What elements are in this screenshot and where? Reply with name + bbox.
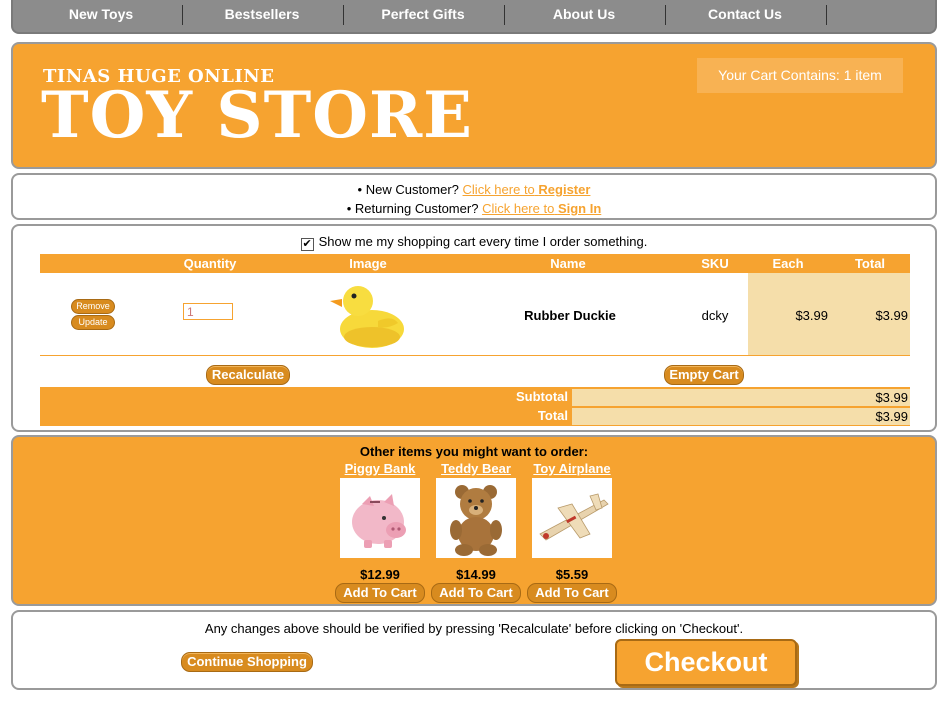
new-customer-line: • New Customer? Click here to Register xyxy=(13,180,935,199)
continue-shopping-button[interactable]: Continue Shopping xyxy=(181,652,313,672)
total-label: Total xyxy=(537,408,568,423)
empty-cart-button[interactable]: Empty Cart xyxy=(664,365,744,385)
teddy-bear-link[interactable]: Teddy Bear xyxy=(431,461,521,476)
column-image: Image xyxy=(349,256,387,271)
column-name: Name xyxy=(550,256,586,271)
register-link-text: Click here to xyxy=(462,182,535,197)
nav-perfect-gifts[interactable]: Perfect Gifts xyxy=(343,6,503,22)
reco-item-piggy-bank: Piggy Bank $12.99 Add To Cart xyxy=(335,461,425,603)
piggy-bank-link[interactable]: Piggy Bank xyxy=(335,461,425,476)
recommendations-title: Other items you might want to order: xyxy=(359,444,589,459)
subtotal-label: Subtotal xyxy=(516,389,568,404)
show-cart-label: Show me my shopping cart every time I or… xyxy=(318,234,648,249)
top-nav: New Toys Bestsellers Perfect Gifts About… xyxy=(11,0,937,34)
nav-new-toys[interactable]: New Toys xyxy=(21,6,181,22)
site-header: TINAS HUGE ONLINE TOY STORE Your Cart Co… xyxy=(11,42,937,169)
teddy-bear-image[interactable] xyxy=(436,478,516,558)
piggy-bank-image[interactable] xyxy=(340,478,420,558)
toy-airplane-link[interactable]: Toy Airplane xyxy=(527,461,617,476)
update-button[interactable]: Update xyxy=(71,315,115,330)
nav-about-us[interactable]: About Us xyxy=(504,6,664,22)
teddy-bear-price: $14.99 xyxy=(456,567,496,582)
cart-table-header: Quantity Image Name SKU Each Total xyxy=(40,254,910,273)
returning-customer-line: • Returning Customer? Click here to Sign… xyxy=(13,199,935,218)
recalculate-button[interactable]: Recalculate xyxy=(206,365,290,385)
cart-item-row: Remove Update 1 Rubber Duckie dcky $3.99… xyxy=(40,273,910,356)
checkout-footer: Any changes above should be verified by … xyxy=(11,610,937,690)
register-link[interactable]: Click here to Register xyxy=(463,182,591,197)
reco-item-toy-airplane: Toy Airplane $5.59 Add To Cart xyxy=(527,461,617,603)
cart-totals: Subtotal $3.99 Total $3.99 xyxy=(40,387,910,426)
column-quantity: Quantity xyxy=(183,256,237,271)
returning-customer-label: • Returning Customer? xyxy=(346,201,479,216)
sign-in-link-bold: Sign In xyxy=(557,201,602,216)
total-value: $3.99 xyxy=(572,408,910,425)
show-cart-checkbox[interactable]: ✔ xyxy=(300,238,314,251)
toy-airplane-price: $5.59 xyxy=(555,567,589,582)
item-sku: dcky xyxy=(701,308,729,323)
shopping-cart-panel: ✔ Show me my shopping cart every time I o… xyxy=(11,224,937,432)
piggy-bank-price: $12.99 xyxy=(360,567,400,582)
add-to-cart-piggy-bank[interactable]: Add To Cart xyxy=(335,583,425,603)
sign-in-link-text: Click here to xyxy=(482,201,555,216)
sign-in-link[interactable]: Click here to Sign In xyxy=(482,201,601,216)
checkout-button[interactable]: Checkout xyxy=(615,639,797,686)
nav-contact-us[interactable]: Contact Us xyxy=(665,6,825,22)
quantity-input[interactable]: 1 xyxy=(183,303,233,320)
nav-divider xyxy=(826,5,827,25)
item-each-price: $3.99 xyxy=(795,308,828,323)
cart-status[interactable]: Your Cart Contains: 1 item xyxy=(697,58,903,93)
register-link-bold: Register xyxy=(538,182,591,197)
reco-item-teddy-bear: Teddy Bear $14.99 Add To Cart xyxy=(431,461,521,603)
rubber-duckie-image[interactable] xyxy=(328,277,408,351)
add-to-cart-toy-airplane[interactable]: Add To Cart xyxy=(527,583,617,603)
store-logo-title[interactable]: TOY STORE xyxy=(41,80,473,152)
add-to-cart-teddy-bear[interactable]: Add To Cart xyxy=(431,583,521,603)
column-total: Total xyxy=(854,256,886,271)
toy-airplane-image[interactable] xyxy=(532,478,612,558)
new-customer-label: • New Customer? xyxy=(357,182,459,197)
remove-button[interactable]: Remove xyxy=(71,299,115,314)
column-each: Each xyxy=(772,256,804,271)
nav-bestsellers[interactable]: Bestsellers xyxy=(182,6,342,22)
login-panel: • New Customer? Click here to Register •… xyxy=(11,173,937,220)
item-total-price: $3.99 xyxy=(875,308,908,323)
column-sku: SKU xyxy=(701,256,729,271)
recalculate-note: Any changes above should be verified by … xyxy=(204,621,744,636)
subtotal-value: $3.99 xyxy=(572,389,910,406)
recommendations-panel: Other items you might want to order: Pig… xyxy=(11,435,937,606)
item-name: Rubber Duckie xyxy=(524,308,616,323)
show-cart-option: ✔ Show me my shopping cart every time I o… xyxy=(13,234,935,251)
